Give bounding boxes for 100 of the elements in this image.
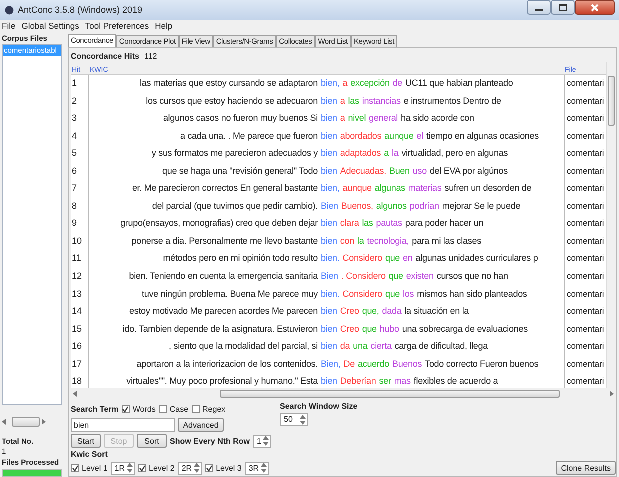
checkbox[interactable]: [122, 405, 130, 413]
checkbox-label: Words: [132, 404, 156, 414]
field-label: Search Window Size: [280, 402, 359, 411]
checkbox[interactable]: [158, 405, 167, 413]
kwic-word: instancias: [362, 94, 401, 108]
left-context: métodos pero en mi opinión todo resulto: [162, 252, 319, 266]
kwic-word: e instrumentos Dentro de: [404, 94, 502, 108]
close-button[interactable]: [575, 0, 615, 15]
kwic-word: bien: [321, 147, 338, 160]
menu-item[interactable]: Global Settings: [22, 21, 80, 31]
checkbox[interactable]: [138, 464, 146, 472]
advanced-button[interactable]: Advanced: [178, 418, 224, 432]
kwic-word: algunas unidades curriculares p: [416, 252, 538, 266]
kwic-word: con: [340, 234, 354, 248]
left-context: ponerse a dia. Personalmente me llevo bastante: [130, 234, 319, 248]
kwic-word: uso: [412, 164, 427, 178]
hit-number: 8: [71, 198, 89, 216]
kwic-word: algunos: [376, 200, 407, 213]
hit-number: 13: [71, 286, 89, 304]
kwic-word: ha sido acorde con: [401, 112, 474, 126]
kwic-word: que: [362, 322, 377, 336]
left-context: algunos casos no fueron muy buenos Si: [162, 112, 319, 126]
action-button: Stop: [104, 434, 134, 448]
kwic-word: algunas: [374, 182, 406, 196]
file-name: comentari: [564, 75, 606, 93]
left-context: estoy motivado Me parecen acordes Me parecen: [128, 305, 319, 318]
field-label: Show Every Nth Row: [170, 436, 250, 446]
kwic-word: pautas: [376, 217, 402, 230]
action-button[interactable]: Start: [71, 434, 101, 448]
kwic-word: nivel: [348, 112, 366, 126]
checkbox[interactable]: [192, 405, 200, 413]
left-context: que se haga una "revisión general" Todo: [162, 164, 319, 178]
kwic-word: UC11 que habian planteado: [406, 77, 514, 90]
action-button[interactable]: Sort: [137, 434, 167, 448]
file-name: comentari: [564, 215, 606, 233]
maximize-button[interactable]: [551, 0, 575, 15]
kwic-word: bien: [321, 340, 338, 354]
hit-number: 5: [71, 145, 89, 163]
file-name: comentari: [564, 180, 606, 198]
number-spinner[interactable]: 1R: [110, 462, 136, 474]
right-arrow-icon: [42, 419, 46, 425]
checkmark-icon: [138, 464, 146, 472]
hit-number: 1: [71, 75, 89, 93]
file-name: comentari: [564, 128, 606, 146]
kwic-word: para poder hacer un: [405, 217, 484, 230]
kwic-word: carga de dificultad, llega: [394, 340, 488, 354]
field-label: Search Term: [71, 404, 119, 414]
checkmark-icon: [122, 406, 130, 412]
menu-item[interactable]: Tool Preferences: [85, 21, 150, 31]
hit-number: 12: [71, 268, 89, 286]
kwic-word: Bien,: [321, 358, 341, 371]
kwic-word: Adecuadas.: [340, 164, 386, 178]
left-context: a cada una. . Me parece que fueron: [180, 130, 319, 143]
file-name: comentari: [564, 268, 606, 286]
file-name: comentari: [564, 92, 606, 110]
kwic-word: que: [385, 252, 400, 266]
hit-number: 9: [71, 215, 89, 233]
kwic-word: tecnologia,: [367, 234, 410, 248]
kwic-word: Creo: [340, 305, 360, 318]
hits-label: Concordance Hits: [71, 52, 140, 60]
file-name: comentari: [564, 232, 606, 250]
menu-item[interactable]: File: [2, 21, 16, 31]
scrollbar[interactable]: [71, 388, 616, 399]
kwic-word: Bien: [321, 200, 338, 213]
number-spinner[interactable]: 2R: [178, 462, 202, 474]
kwic-word: bien.: [321, 288, 340, 301]
search-field[interactable]: bien: [71, 418, 175, 432]
hit-number: 10: [71, 232, 89, 250]
checkbox-label: Case: [170, 404, 189, 414]
kwic-word: la situación en la: [404, 305, 470, 318]
checkbox[interactable]: [205, 464, 214, 472]
hit-number: 3: [71, 110, 89, 128]
kwic-word: una sobrecarga de evaluaciones: [402, 322, 528, 336]
kwic-word: la: [392, 147, 399, 160]
checkbox[interactable]: [71, 464, 79, 472]
close-icon: [591, 4, 599, 12]
kwic-word: dada: [382, 305, 402, 318]
left-arrow-icon: [2, 419, 6, 425]
spinner-arrows-icon: [263, 435, 270, 447]
kwic-word: virtualidad, pero en algunas: [402, 147, 508, 160]
clone-results-button[interactable]: Clone Results: [556, 461, 616, 475]
left-context: las materias que estoy cursando se adaptaron: [138, 77, 319, 90]
file-name: comentari: [564, 110, 606, 128]
kwic-word: que: [388, 270, 404, 284]
minimize-button[interactable]: [527, 0, 551, 15]
kwic-word: cierta: [370, 340, 392, 354]
left-context: los cursos que estoy haciendo se adecuaron: [145, 94, 319, 108]
left-context: bien. Teniendo en cuenta la emergencia sanitaria: [128, 270, 320, 284]
number-spinner[interactable]: 50: [280, 413, 308, 426]
menu-item[interactable]: Help: [155, 21, 173, 31]
kwic-word: bien: [321, 217, 338, 230]
kwic-word: bien,: [321, 77, 340, 90]
hits-count: 112: [144, 52, 158, 60]
number-spinner[interactable]: 1: [253, 434, 272, 448]
kwic-word: bien: [321, 112, 338, 126]
file-name: comentari: [564, 338, 606, 356]
kwic-word: flexibles de acuerdo a: [414, 375, 498, 388]
kwic-word: mas: [394, 375, 411, 388]
number-spinner[interactable]: 3R: [244, 462, 270, 474]
left-context: tuve ningún problema. Buena Me parece muy: [141, 288, 319, 301]
